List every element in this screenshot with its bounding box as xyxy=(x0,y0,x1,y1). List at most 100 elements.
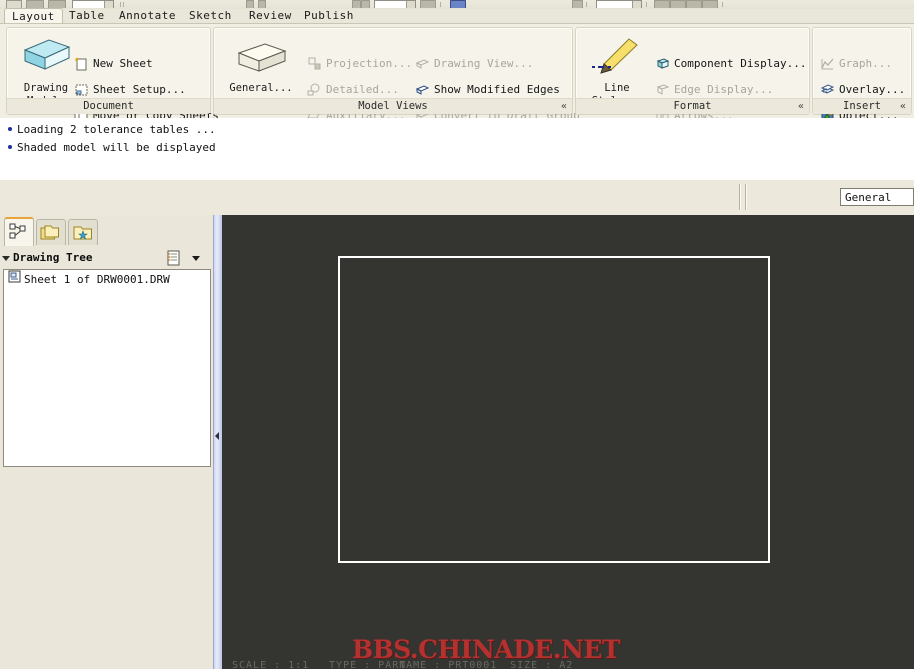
tab-table[interactable]: Table xyxy=(62,9,112,23)
group-title-format-text: Format xyxy=(673,100,712,112)
strip-separator-2 xyxy=(745,184,747,210)
favorites-folder-icon xyxy=(73,226,92,240)
toolbar-icon-13[interactable] xyxy=(686,0,702,8)
ribbon-tab-bar: Layout Table Annotate Sketch Review Publ… xyxy=(0,8,914,24)
toolbar-combo-3[interactable] xyxy=(596,0,642,8)
line-style-button[interactable]: Line Style... xyxy=(584,34,650,107)
ribbon-group-insert: Graph... Overlay... Object... Insert « xyxy=(812,27,912,122)
detailed-label: Detailed... xyxy=(326,83,399,96)
group-title-format: Format « xyxy=(576,98,809,114)
sheet-setup-icon xyxy=(74,83,89,97)
message-line-2: Shaded model will be displayed xyxy=(8,141,216,154)
chevron-down-icon-model-views[interactable]: « xyxy=(561,99,567,114)
toolbar-sep-1b xyxy=(123,2,124,7)
toolbar-icon-10[interactable] xyxy=(572,0,583,8)
general-view-button[interactable]: General... xyxy=(224,40,298,94)
projection-button[interactable]: Projection... xyxy=(306,56,412,72)
new-sheet-icon xyxy=(74,57,89,71)
drawing-view-icon xyxy=(415,57,430,71)
tab-layout[interactable]: Layout xyxy=(4,8,63,24)
toolbar-icon-4[interactable] xyxy=(246,0,254,8)
title-block: SCALE : 1:1 TYPE : PART NAME : PRT0001 S… xyxy=(232,660,573,669)
overlay-label: Overlay... xyxy=(839,83,906,96)
ribbon-group-document: Drawing Models New Sheet xyxy=(6,27,219,123)
line-style-icon xyxy=(592,38,638,74)
drawing-models-label-1: Drawing xyxy=(23,82,69,94)
tab-favorites[interactable] xyxy=(68,219,98,245)
group-title-insert-text: Insert xyxy=(843,100,881,112)
drawing-tree-dropdown-button[interactable] xyxy=(190,250,204,266)
toolbar-icon-3[interactable] xyxy=(48,0,66,8)
drawing-tree-title: Drawing Tree xyxy=(13,251,93,264)
toolbar-icon-2[interactable] xyxy=(26,0,44,8)
toolbar-icon-14[interactable] xyxy=(702,0,718,8)
toolbar-icon-11[interactable] xyxy=(654,0,670,8)
message-area: Loading 2 tolerance tables ... Shaded mo… xyxy=(0,118,914,181)
sheet-setup-label: Sheet Setup... xyxy=(93,83,186,96)
drawing-tree[interactable]: Sheet 1 of DRW0001.DRW xyxy=(3,269,211,467)
graphics-area[interactable]: BBS.CHINADE.NET SCALE : 1:1 TYPE : PART … xyxy=(222,215,914,669)
tab-annotate[interactable]: Annotate xyxy=(112,9,183,23)
navigator-panel: Drawing Tree Sheet 1 of DRW0001.DRW xyxy=(0,215,213,669)
edge-display-button[interactable]: Edge Display... xyxy=(654,82,773,98)
general-view-icon xyxy=(237,43,287,72)
projection-icon xyxy=(307,57,322,71)
drawing-tree-row[interactable]: Sheet 1 of DRW0001.DRW xyxy=(4,270,210,290)
group-title-insert: Insert « xyxy=(813,98,911,114)
drawing-view-label: Drawing View... xyxy=(434,57,534,70)
graph-icon xyxy=(820,57,835,71)
toolbar-icon-12[interactable] xyxy=(670,0,686,8)
chevron-down-icon-drawing-tree[interactable] xyxy=(192,256,200,261)
show-modified-edges-button[interactable]: Show Modified Edges xyxy=(414,82,560,98)
drawing-models-icon xyxy=(23,39,71,70)
tab-folder-browser[interactable] xyxy=(36,219,66,245)
proe-drawing-window: Layout Table Annotate Sketch Review Publ… xyxy=(0,0,914,669)
sheet-setup-button[interactable]: Sheet Setup... xyxy=(73,82,186,98)
chevron-down-icon-format[interactable]: « xyxy=(798,99,804,114)
drawing-models-button[interactable]: Drawing Models xyxy=(15,36,77,107)
toolbar-sep-3 xyxy=(586,2,587,7)
component-display-button[interactable]: Component Display... xyxy=(654,56,806,72)
drawing-view-button[interactable]: Drawing View... xyxy=(414,56,533,72)
chevron-down-icon-insert[interactable]: « xyxy=(900,99,906,114)
message-text-2: Shaded model will be displayed xyxy=(17,141,216,154)
title-block-size: SIZE : A2 xyxy=(510,660,574,669)
graph-button[interactable]: Graph... xyxy=(819,56,892,72)
toolbar-icon-7[interactable] xyxy=(361,0,370,8)
graph-label: Graph... xyxy=(839,57,892,70)
overlay-button[interactable]: Overlay... xyxy=(819,82,905,98)
group-title-model-views: Model Views « xyxy=(214,98,572,114)
toolbar-sep-2 xyxy=(440,2,441,7)
edge-display-label: Edge Display... xyxy=(674,83,774,96)
toolbar-icon-9[interactable] xyxy=(450,0,466,8)
overlay-icon xyxy=(820,83,835,97)
collapse-panel-icon[interactable] xyxy=(215,432,219,440)
group-title-document: Document xyxy=(7,98,210,114)
toolbar-icon-6[interactable] xyxy=(352,0,361,8)
edge-display-icon xyxy=(655,83,670,97)
toolbar-sep-4 xyxy=(646,2,647,7)
drawing-sheet-frame[interactable] xyxy=(338,256,770,563)
component-display-icon xyxy=(655,57,670,71)
navigator-tab-bar xyxy=(0,215,213,246)
line-style-label-1: Line xyxy=(604,82,630,94)
model-tree-icon xyxy=(9,223,26,239)
collapse-triangle-icon-drawing-tree[interactable] xyxy=(2,255,10,261)
drawing-tree-settings-button[interactable] xyxy=(166,250,184,266)
toolbar-combo-1[interactable] xyxy=(72,0,114,8)
toolbar-icon-1[interactable] xyxy=(6,0,22,8)
tab-review[interactable]: Review xyxy=(242,9,299,23)
tab-publish[interactable]: Publish xyxy=(297,9,361,23)
tab-sketch[interactable]: Sketch xyxy=(182,9,239,23)
toolbar-sep-5 xyxy=(722,2,723,7)
toolbar-icon-5[interactable] xyxy=(258,0,266,8)
view-type-field[interactable]: General xyxy=(840,188,914,206)
new-sheet-button[interactable]: New Sheet xyxy=(73,56,153,72)
tree-settings-icon xyxy=(167,250,180,266)
tab-model-tree[interactable] xyxy=(4,217,34,246)
detailed-button[interactable]: Detailed... xyxy=(306,82,399,98)
toolbar-combo-2[interactable] xyxy=(374,0,416,8)
title-block-scale: SCALE : 1:1 xyxy=(232,660,310,669)
show-edges-icon xyxy=(415,83,430,97)
toolbar-icon-8[interactable] xyxy=(420,0,436,8)
